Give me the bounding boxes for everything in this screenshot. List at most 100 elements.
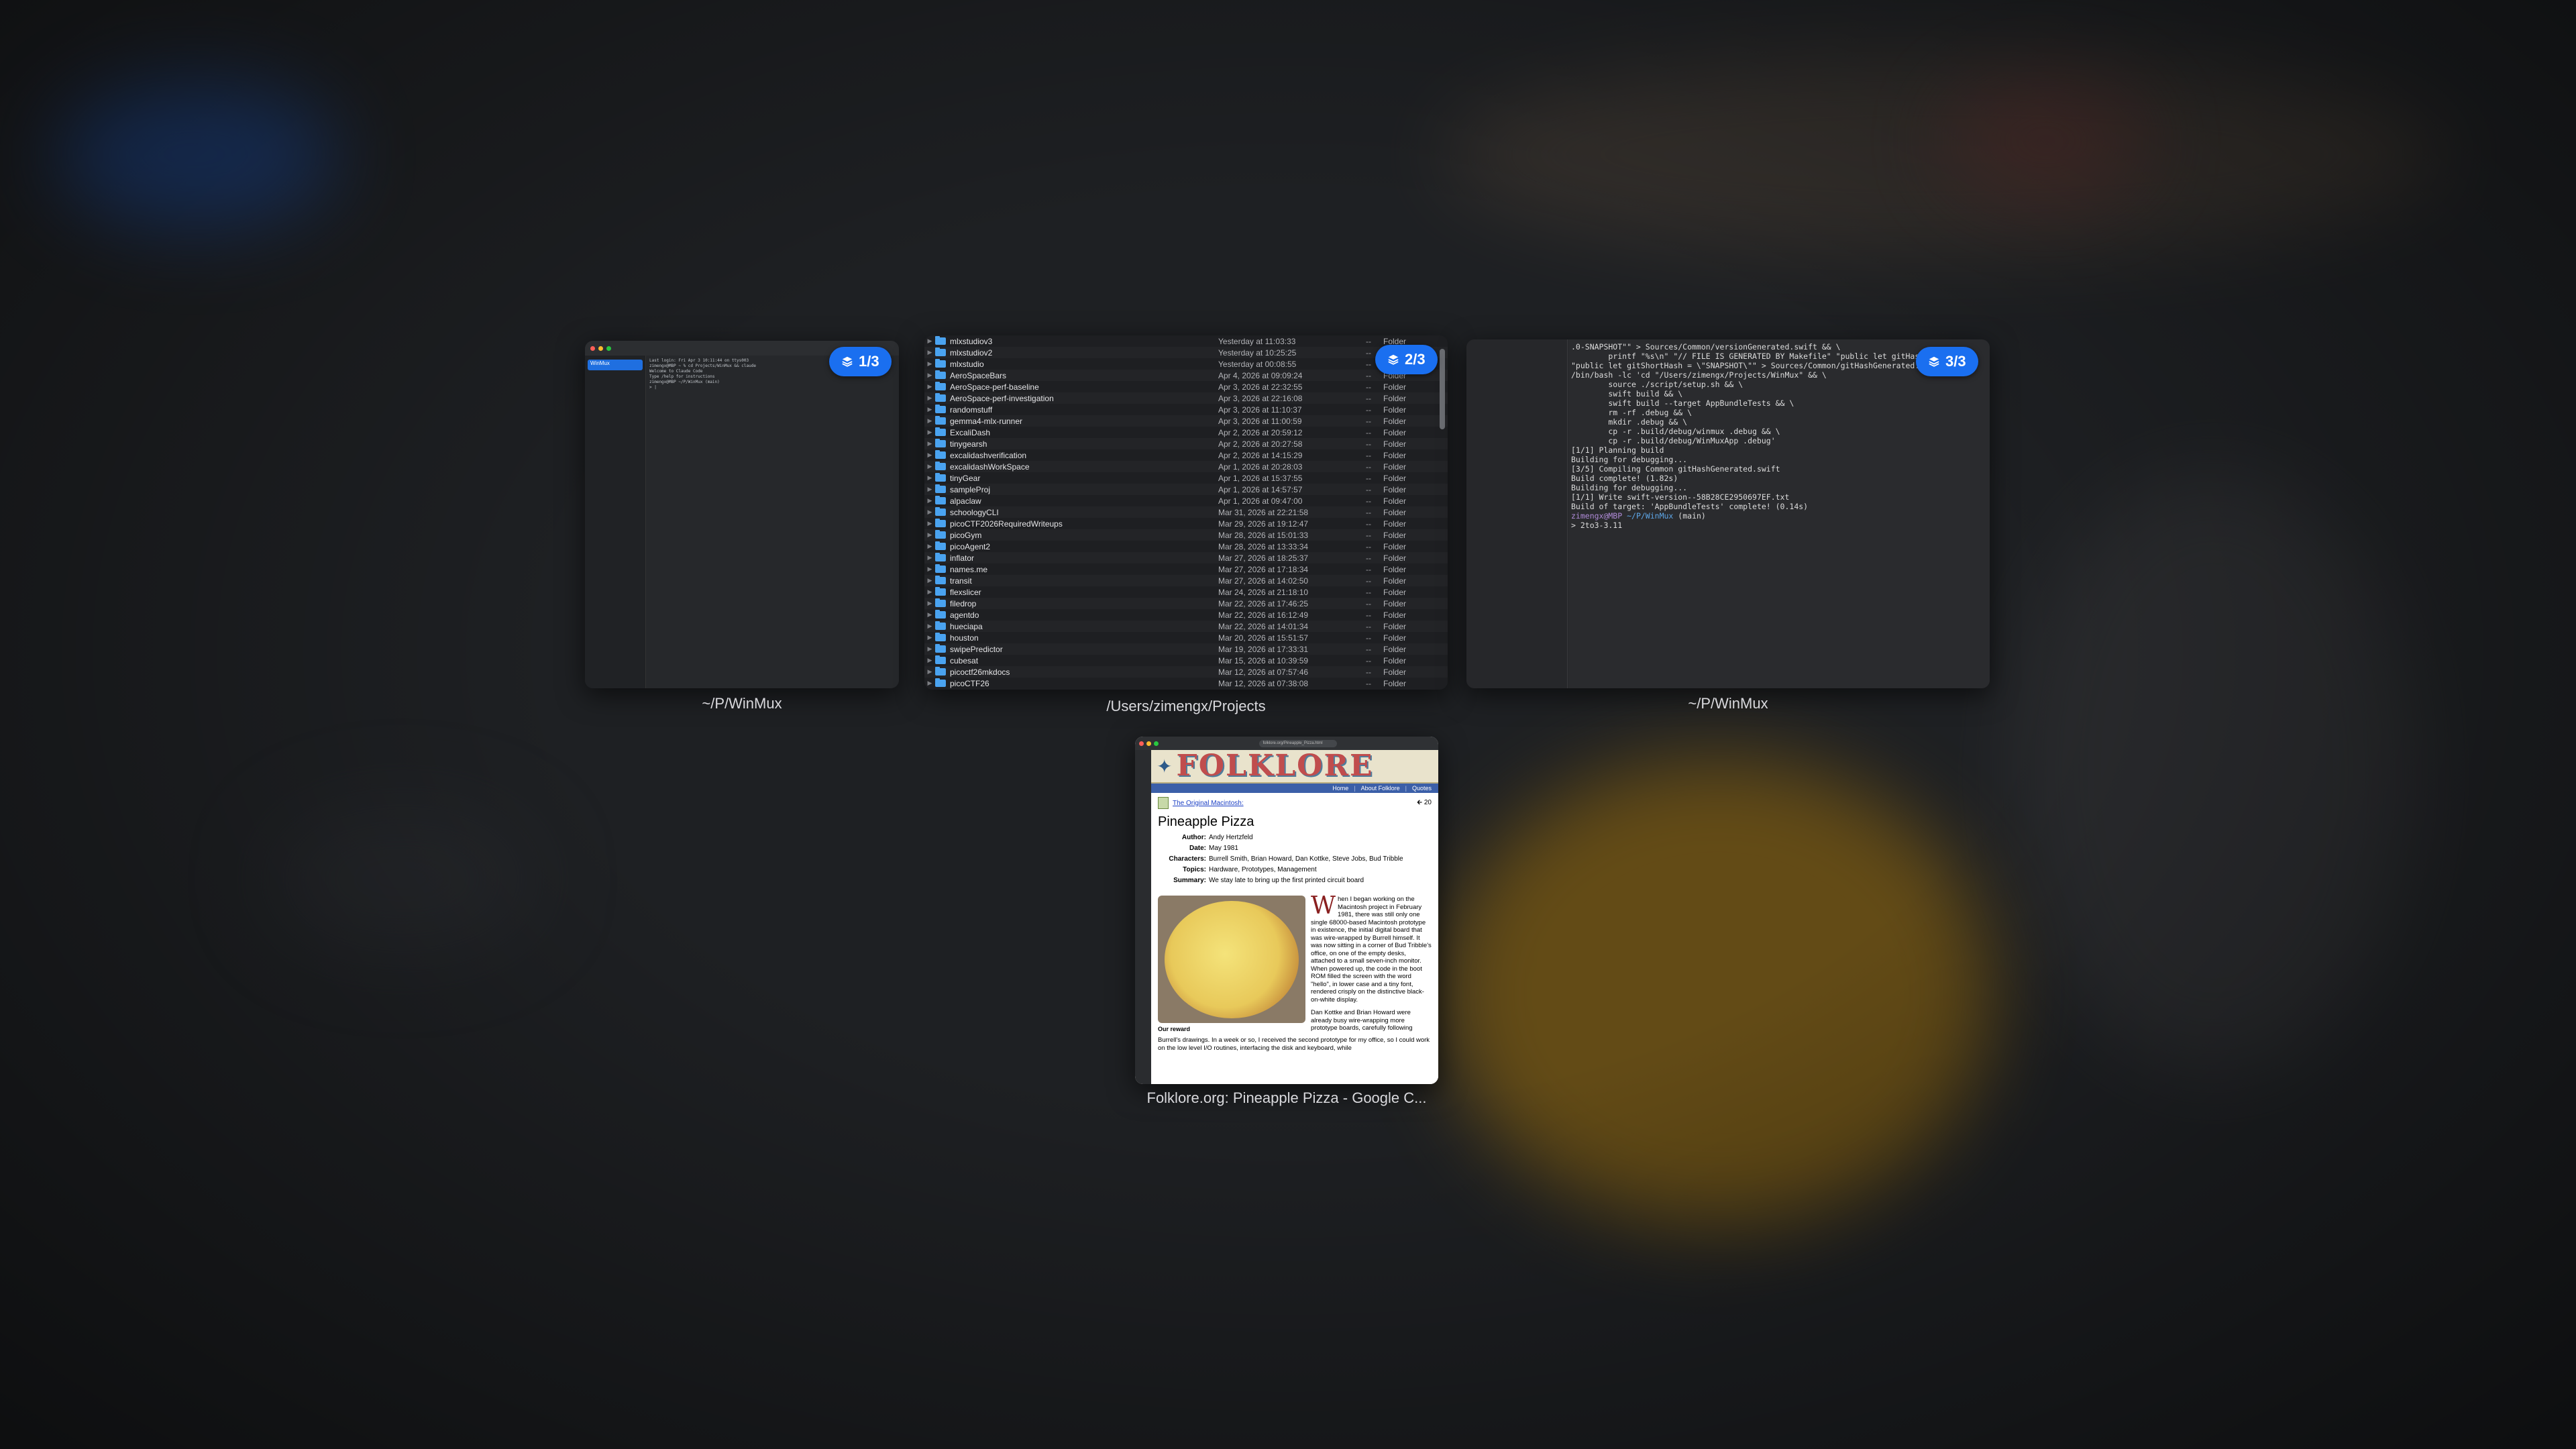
file-row[interactable]: ▶ excalidashverification Apr 2, 2026 at 14…: [924, 449, 1448, 461]
file-row[interactable]: ▶ names.me Mar 27, 2026 at 17:18:34 -- Folde…: [924, 564, 1448, 575]
chevron-right-icon[interactable]: ▶: [924, 451, 935, 459]
file-row[interactable]: ▶ alpaclaw Apr 1, 2026 at 09:47:00 -- Folder: [924, 495, 1448, 506]
prompt-path: ~/P/WinMux: [1627, 511, 1674, 521]
chevron-right-icon[interactable]: ▶: [924, 406, 935, 413]
file-row[interactable]: ▶ AeroSpaceBars Apr 4, 2026 at 09:09:24 -- F…: [924, 370, 1448, 381]
folder-icon: [935, 667, 946, 676]
file-kind: Folder: [1383, 484, 1407, 494]
nav-about-link[interactable]: About Folklore: [1361, 784, 1400, 793]
chevron-right-icon[interactable]: ▶: [924, 668, 935, 676]
folder-icon: [935, 370, 946, 379]
file-kind: Folder: [1383, 462, 1407, 472]
chevron-right-icon[interactable]: ▶: [924, 497, 935, 504]
file-row[interactable]: ▶ picoctf26mkdocs Mar 12, 2026 at 07:57:46…: [924, 666, 1448, 678]
chevron-right-icon[interactable]: ▶: [924, 611, 935, 619]
chevron-right-icon[interactable]: ▶: [924, 520, 935, 527]
chevron-right-icon[interactable]: ▶: [924, 383, 935, 390]
chevron-right-icon[interactable]: ▶: [924, 394, 935, 402]
file-row[interactable]: ▶ picoGym Mar 28, 2026 at 15:01:33 -- Folder: [924, 529, 1448, 541]
file-row[interactable]: ▶ swipePredictor Mar 19, 2026 at 17:33:31 -…: [924, 643, 1448, 655]
file-date: Apr 1, 2026 at 14:57:57: [1218, 484, 1303, 494]
chevron-right-icon[interactable]: ▶: [924, 680, 935, 687]
chevron-right-icon[interactable]: ▶: [924, 440, 935, 447]
file-row[interactable]: ▶ tinyGear Apr 1, 2026 at 15:37:55 -- Folder: [924, 472, 1448, 484]
file-date: Mar 28, 2026 at 15:01:33: [1218, 530, 1309, 540]
file-row[interactable]: ▶mlxstudioYesterday at 00:08:55--Folder: [924, 358, 1448, 370]
book-link[interactable]: The Original Macintosh:: [1173, 800, 1244, 807]
file-date: Mar 27, 2026 at 14:02:50: [1218, 576, 1309, 586]
file-row[interactable]: ▶mlxstudiov2Yesterday at 10:25:25--Folde…: [924, 347, 1448, 358]
chevron-right-icon[interactable]: ▶: [924, 554, 935, 561]
file-row[interactable]: ▶ schoologyCLI Mar 31, 2026 at 22:21:58 -- F…: [924, 506, 1448, 518]
file-size: --: [1366, 587, 1371, 597]
chevron-right-icon[interactable]: ▶: [924, 566, 935, 573]
file-row[interactable]: ▶ agentdo Mar 22, 2026 at 16:12:49 -- Folder: [924, 609, 1448, 621]
chevron-right-icon[interactable]: ▶: [924, 588, 935, 596]
file-row[interactable]: ▶ houston Mar 20, 2026 at 15:51:57 -- Folder: [924, 632, 1448, 643]
file-row[interactable]: ▶ AeroSpace-perf-baseline Apr 3, 2026 at 2…: [924, 381, 1448, 392]
file-row[interactable]: ▶ transit Mar 27, 2026 at 14:02:50 -- Folder: [924, 575, 1448, 586]
stack-icon: [842, 356, 853, 367]
file-kind: Folder: [1383, 576, 1407, 586]
file-row[interactable]: ▶ hueciapa Mar 22, 2026 at 14:01:34 -- Folde…: [924, 621, 1448, 632]
chevron-right-icon[interactable]: ▶: [924, 360, 935, 368]
terminal-input-line[interactable]: > 2to3-3.11: [1571, 521, 1987, 530]
file-row[interactable]: ▶ randomstuff Apr 3, 2026 at 11:10:37 -- Fol…: [924, 404, 1448, 415]
file-row[interactable]: ▶ AeroSpace-perf-investigation Apr 3, 2026…: [924, 392, 1448, 404]
chevron-right-icon[interactable]: ▶: [924, 600, 935, 607]
chevron-right-icon[interactable]: ▶: [924, 417, 935, 425]
file-row[interactable]: ▶ gemma4-mlx-runner Apr 3, 2026 at 11:00:5…: [924, 415, 1448, 427]
folder-icon: [935, 564, 946, 573]
nav-quotes-link[interactable]: Quotes: [1412, 784, 1432, 793]
chevron-right-icon[interactable]: ▶: [924, 372, 935, 379]
nav-home-link[interactable]: Home: [1332, 784, 1348, 793]
chevron-right-icon[interactable]: ▶: [924, 543, 935, 550]
file-row[interactable]: ▶ picoCTF2026RequiredWriteups Mar 29, 2026…: [924, 518, 1448, 529]
chevron-right-icon[interactable]: ▶: [924, 486, 935, 493]
chevron-right-icon[interactable]: ▶: [924, 508, 935, 516]
file-row[interactable]: ▶ mlxstudiov3 Yesterday at 11:03:33 -- Folde…: [924, 335, 1448, 347]
chevron-right-icon[interactable]: ▶: [924, 337, 935, 345]
chevron-right-icon[interactable]: ▶: [924, 634, 935, 641]
file-row[interactable]: ▶ tinygearsh Apr 2, 2026 at 20:27:58 -- Fold…: [924, 438, 1448, 449]
meta-key: Topics:: [1183, 866, 1206, 873]
scrollbar[interactable]: [1440, 349, 1445, 429]
chevron-right-icon[interactable]: ▶: [924, 623, 935, 630]
window-thumbnail-terminal-2[interactable]: .0-SNAPSHOT"" > Sources/Common/versionGe…: [1466, 339, 1990, 688]
file-date: Apr 3, 2026 at 22:16:08: [1218, 393, 1303, 403]
file-name: excalidashverification: [950, 450, 1027, 460]
file-row[interactable]: ▶ ExcaliDash Apr 2, 2026 at 20:59:12 -- Fold…: [924, 427, 1448, 438]
chevron-right-icon[interactable]: ▶: [924, 349, 935, 356]
file-row[interactable]: ▶ inflator Mar 27, 2026 at 18:25:37 -- Folde…: [924, 552, 1448, 564]
window-thumbnail-terminal-1[interactable]: WinMux Last login: Fri Apr 3 10:11:44 on…: [585, 341, 899, 688]
file-size: --: [1366, 439, 1371, 449]
file-size: --: [1366, 405, 1371, 415]
chevron-right-icon[interactable]: ▶: [924, 645, 935, 653]
address-bar[interactable]: folklore.org/Pineapple_Pizza.html: [1258, 739, 1337, 747]
chevron-right-icon[interactable]: ▶: [924, 429, 935, 436]
file-row[interactable]: ▶ sampleProj Apr 1, 2026 at 14:57:57 -- Fold…: [924, 484, 1448, 495]
window-thumbnail-browser[interactable]: folklore.org/Pineapple_Pizza.html ✦ FOLK…: [1135, 737, 1438, 1084]
file-kind: Folder: [1383, 610, 1407, 620]
file-row[interactable]: ▶ filedrop Mar 22, 2026 at 17:46:25 -- Folde…: [924, 598, 1448, 609]
paragraph: Burrell's drawings. In a week or so, I r…: [1158, 1036, 1430, 1052]
file-size: --: [1366, 553, 1371, 563]
chevron-right-icon[interactable]: ▶: [924, 463, 935, 470]
window-caption: ~/P/WinMux: [1688, 695, 1768, 712]
file-name: houston: [950, 633, 979, 643]
pizza-photo: [1158, 896, 1305, 1023]
chevron-right-icon[interactable]: ▶: [924, 531, 935, 539]
chevron-right-icon[interactable]: ▶: [924, 657, 935, 664]
zoom-icon: [606, 345, 611, 351]
chevron-right-icon[interactable]: ▶: [924, 474, 935, 482]
file-name: AeroSpaceBars: [950, 370, 1007, 380]
file-row[interactable]: ▶ cubesat Mar 15, 2026 at 10:39:59 -- Folder: [924, 655, 1448, 666]
file-name: picoAgent2: [950, 541, 991, 551]
file-row[interactable]: ▶ excalidashWorkSpace Apr 1, 2026 at 20:28…: [924, 461, 1448, 472]
file-row[interactable]: ▶ flexslicer Mar 24, 2026 at 21:18:10 -- Fol…: [924, 586, 1448, 598]
file-row[interactable]: ▶ picoAgent2 Mar 28, 2026 at 13:33:34 -- Fol…: [924, 541, 1448, 552]
window-thumbnail-finder[interactable]: ▶ mlxstudiov3 Yesterday at 11:03:33 -- Folde…: [924, 335, 1448, 690]
chevron-right-icon[interactable]: ▶: [924, 577, 935, 584]
file-row[interactable]: ▶ picoCTF26 Mar 12, 2026 at 07:38:08 -- Fold…: [924, 678, 1448, 689]
terminal-line: Build complete! (1.82s): [1571, 474, 1678, 483]
